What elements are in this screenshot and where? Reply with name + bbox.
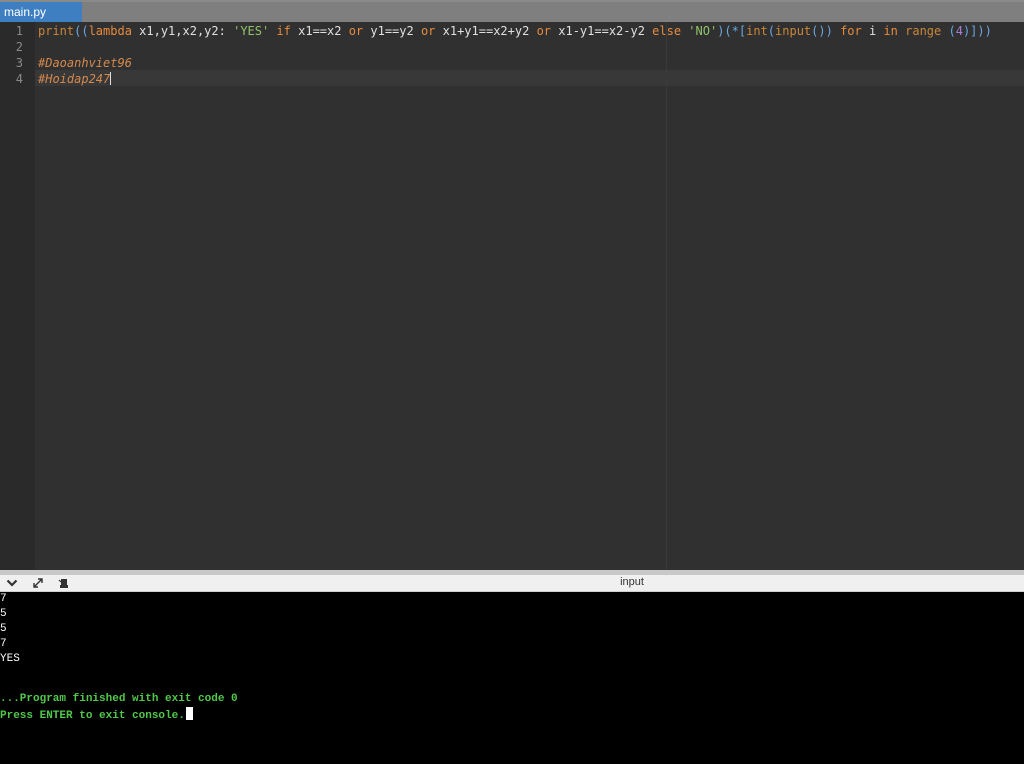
token: i <box>861 24 884 38</box>
token: x1==x2 <box>298 24 349 38</box>
token: x1-y1==x2-y2 <box>551 24 653 38</box>
tab-main-py[interactable]: main.py <box>0 2 82 22</box>
line-number: 2 <box>15 40 23 54</box>
line-number: 1 <box>15 24 23 38</box>
file-tab-bar: main.py <box>0 2 1024 22</box>
token: ()) <box>811 24 841 38</box>
line-number: 4 <box>15 72 23 86</box>
exit-status-line: ...Program finished with exit code 0 <box>0 693 238 705</box>
token: )])) <box>962 24 992 38</box>
code-editor[interactable]: 1 2 3 4 print((lambda x1,y1,x2,y2: 'YES'… <box>0 22 1024 570</box>
stop-icon[interactable] <box>56 576 72 590</box>
token: (( <box>74 24 89 38</box>
console-line: 5 <box>0 608 7 620</box>
token: range <box>897 24 942 38</box>
console-toolbar: input <box>0 575 1024 592</box>
token: int <box>746 24 768 38</box>
lambda-keyword: lambda <box>88 24 132 38</box>
console-cursor <box>185 707 193 720</box>
string-literal: 'YES' <box>233 24 270 38</box>
print-keyword: print <box>38 24 75 38</box>
line-number: 3 <box>15 56 23 70</box>
token: or <box>420 24 436 38</box>
code-text-area[interactable]: print((lambda x1,y1,x2,y2: 'YES' if x1==… <box>35 22 1024 570</box>
code-comment[interactable]: #Daoanhviet96 <box>38 55 132 71</box>
console-output[interactable]: 7 5 5 7 YES ...Program finished with exi… <box>0 592 1024 764</box>
token: )(*[ <box>717 24 747 38</box>
code-comment: #Hoidap247 <box>38 72 111 86</box>
token: else <box>652 24 682 38</box>
chevron-down-icon[interactable] <box>4 576 20 590</box>
console-line: 7 <box>0 593 7 605</box>
token: ( <box>941 24 956 38</box>
token: input <box>775 24 812 38</box>
number-literal: 4 <box>955 24 963 38</box>
code-line-4[interactable]: #Hoidap247 <box>38 71 112 87</box>
console-line: YES <box>0 653 20 665</box>
expand-icon[interactable] <box>30 576 46 590</box>
console-title: input <box>620 576 644 588</box>
token: in <box>883 24 898 38</box>
console-line: 5 <box>0 623 7 635</box>
string-literal: 'NO' <box>681 24 718 38</box>
token: or <box>536 24 552 38</box>
token: if <box>269 24 299 38</box>
token: or <box>348 24 364 38</box>
text-cursor <box>110 72 112 85</box>
print-margin-guide <box>666 22 667 570</box>
exit-prompt-line: Press ENTER to exit console. <box>0 707 193 724</box>
token: y1==y2 <box>363 24 421 38</box>
line-number-gutter: 1 2 3 4 <box>0 22 35 570</box>
console-line: 7 <box>0 638 7 650</box>
code-line-1[interactable]: print((lambda x1,y1,x2,y2: 'YES' if x1==… <box>38 23 992 39</box>
token: for <box>840 24 862 38</box>
exit-prompt-text: Press ENTER to exit console. <box>0 710 185 722</box>
token: ( <box>767 24 776 38</box>
token: x1+y1==x2+y2 <box>435 24 537 38</box>
token: x1,y1,x2,y2: <box>131 24 234 38</box>
